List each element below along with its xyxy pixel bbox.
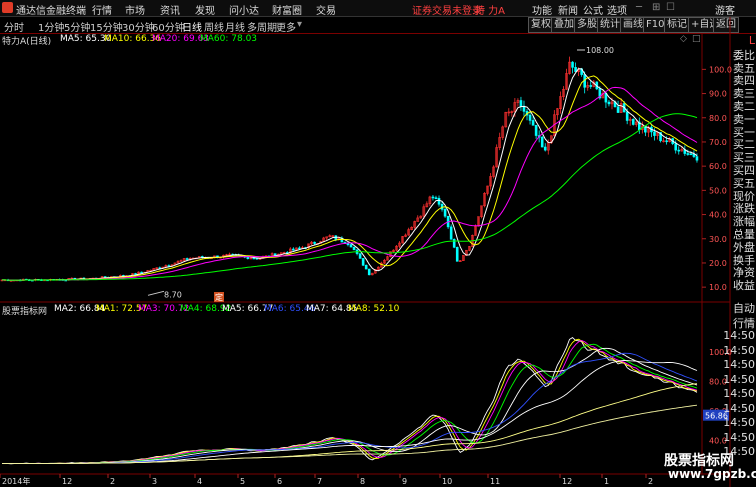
main-y-label: 70.0 bbox=[709, 138, 727, 147]
low-marker-line bbox=[147, 290, 165, 296]
x-axis-label: 3 bbox=[152, 477, 157, 486]
main-ma20-line bbox=[2, 86, 698, 281]
candle-body bbox=[625, 111, 629, 121]
side-label-19: 收益 bbox=[733, 279, 755, 293]
main-y-label: 90.0 bbox=[709, 90, 727, 99]
candle-body bbox=[543, 146, 547, 151]
x-axis-label: 8 bbox=[360, 477, 365, 486]
kline-chart[interactable]: 100.0 90.0 80.0 70.0 60.0 50.0 40.0 30.0 20.0 10.… bbox=[0, 0, 756, 487]
x-axis-label: 9 bbox=[402, 477, 407, 486]
indicator-line-5 bbox=[2, 352, 698, 465]
candle-body bbox=[531, 120, 535, 126]
high-price-label: 108.00 bbox=[586, 46, 614, 55]
candle-body bbox=[607, 101, 611, 105]
x-axis-label: 12 bbox=[562, 477, 572, 486]
candle-body bbox=[298, 247, 301, 250]
candle-body bbox=[574, 67, 577, 72]
main-ma5-line bbox=[2, 68, 698, 281]
candle-body bbox=[358, 253, 362, 259]
candle-body bbox=[674, 143, 678, 151]
candle-body bbox=[665, 140, 668, 143]
candle-body bbox=[653, 131, 656, 136]
side-tick-6: 14:50 bbox=[723, 387, 755, 400]
candle-body bbox=[134, 273, 137, 275]
candle-body bbox=[695, 156, 699, 161]
side-label-0: L bbox=[748, 34, 755, 47]
candle-body bbox=[292, 248, 295, 251]
indicator-line-0 bbox=[2, 337, 698, 465]
candle-body bbox=[140, 271, 143, 274]
main-ma10-line bbox=[2, 75, 698, 281]
candle-body bbox=[631, 118, 635, 125]
x-axis-label: 7 bbox=[317, 477, 322, 486]
quote-side-panel: L 委比 卖五 卖四 卖三 卖二 卖一 买一 买二 买三 买四 买五 现价 涨跌 涨幅 总量 外盘 换手 净资 收益自… bbox=[723, 34, 756, 487]
indicator-line-6 bbox=[2, 360, 698, 465]
x-axis-label: 10 bbox=[442, 477, 452, 486]
side-tick-9: 14:50 bbox=[723, 430, 755, 444]
marker-badge-label: 定 bbox=[215, 292, 223, 302]
x-axis-label: 6 bbox=[277, 477, 282, 486]
indicator-line-1 bbox=[2, 338, 698, 465]
candle-body bbox=[528, 114, 532, 121]
x-axis-label: 1 bbox=[604, 477, 609, 486]
main-y-label: 50.0 bbox=[709, 186, 727, 195]
side-tick-2: 14:50 bbox=[723, 329, 755, 342]
candle-body bbox=[431, 196, 435, 199]
candle-body bbox=[346, 243, 350, 245]
x-axis-label: 11 bbox=[490, 477, 500, 486]
candle-body bbox=[313, 241, 316, 244]
x-axis-label: 5 bbox=[240, 477, 245, 486]
candle-body bbox=[677, 149, 681, 152]
candle-body bbox=[437, 197, 441, 205]
low-price-label: 8.70 bbox=[164, 290, 182, 299]
candle-body bbox=[686, 153, 690, 155]
main-ma60-line bbox=[2, 113, 698, 281]
side-tick-3: 14:50 bbox=[723, 343, 755, 357]
main-y-label: 80.0 bbox=[709, 114, 727, 123]
indicator-line-8 bbox=[2, 404, 698, 465]
x-axis-label: 2 bbox=[648, 477, 653, 486]
main-y-label: 60.0 bbox=[709, 162, 727, 171]
candle-body bbox=[455, 247, 459, 262]
side-tick-4: 14:50 bbox=[723, 358, 755, 371]
side-tick-8: 14:50 bbox=[723, 416, 755, 429]
candle-body bbox=[352, 246, 356, 251]
indicator-line-4 bbox=[2, 347, 698, 465]
side-tick-7: 14:50 bbox=[723, 401, 755, 415]
x-axis-label: 2 bbox=[110, 477, 115, 486]
candle-body bbox=[349, 244, 353, 248]
main-y-label: 20.0 bbox=[709, 259, 727, 268]
candle-body bbox=[571, 61, 574, 68]
candle-body bbox=[616, 106, 620, 113]
candle-body bbox=[449, 226, 453, 240]
x-axis-label: 2014年 bbox=[2, 476, 30, 486]
x-axis-label: 12 bbox=[62, 477, 72, 486]
candle-body bbox=[364, 264, 368, 270]
candle-body bbox=[361, 258, 365, 266]
candle-body bbox=[540, 136, 544, 148]
candle-body bbox=[534, 125, 538, 136]
candle-body bbox=[367, 268, 371, 276]
candle-body bbox=[589, 85, 593, 87]
watermark-url: www.7gpzb.com bbox=[668, 467, 756, 481]
main-y-label: 40.0 bbox=[709, 211, 727, 220]
candle-body bbox=[689, 153, 693, 156]
main-y-label: 100.0 bbox=[709, 65, 732, 74]
candle-body bbox=[434, 197, 438, 200]
candle-body bbox=[443, 209, 447, 217]
candle-body bbox=[185, 258, 189, 260]
x-axis-label: 4 bbox=[197, 477, 202, 486]
side-tick-5: 14:50 bbox=[723, 372, 755, 386]
main-y-label: 30.0 bbox=[709, 235, 727, 244]
main-y-label: 10.0 bbox=[709, 283, 727, 292]
candle-body bbox=[519, 100, 523, 107]
